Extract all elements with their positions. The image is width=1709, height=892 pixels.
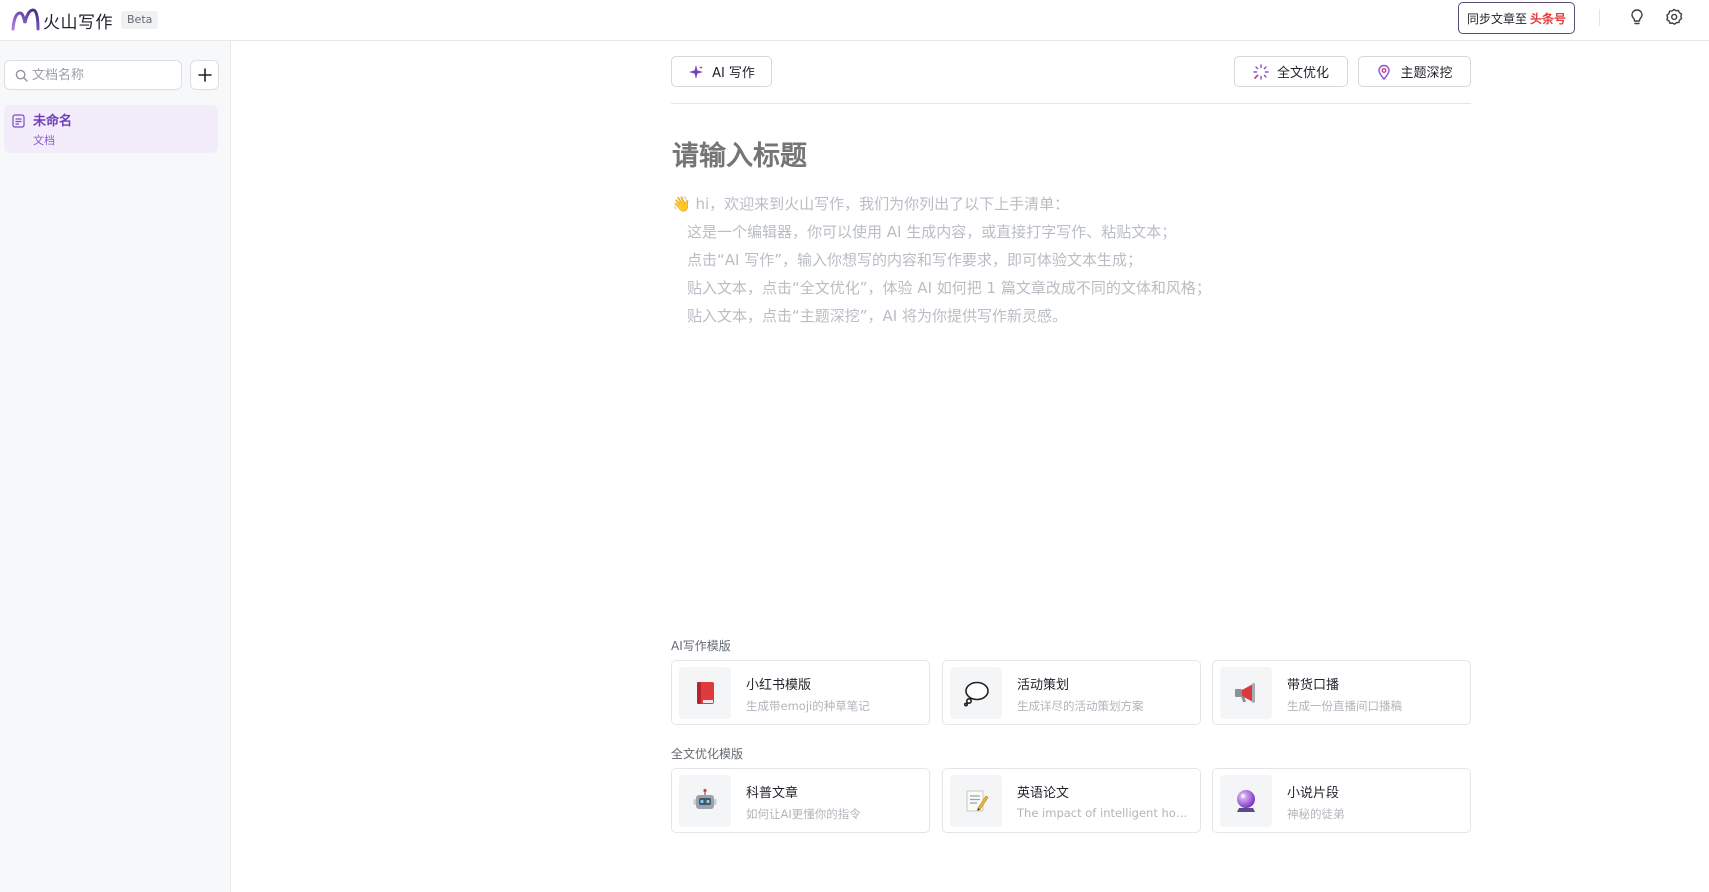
ai-templates-heading: AI写作模版: [671, 639, 731, 653]
title-input[interactable]: [672, 136, 1472, 176]
document-type: 文档: [33, 134, 55, 147]
app-logo[interactable]: 火山写作 Beta: [10, 7, 159, 33]
document-title: 未命名: [33, 114, 73, 129]
template-card-novel-excerpt[interactable]: 小说片段 神秘的徒弟: [1212, 768, 1471, 833]
volcano-logo-icon: [11, 8, 40, 31]
sync-label: 同步文章至: [1466, 11, 1527, 26]
plus-icon: [197, 68, 212, 82]
guide-line: 贴入文本，点击“全文优化”，体验 AI 如何把 1 篇文章改成不同的文体和风格；: [687, 279, 1211, 297]
settings-icon[interactable]: [1664, 7, 1684, 27]
document-icon: [12, 114, 25, 128]
template-desc: 神秘的徒弟: [1287, 807, 1345, 821]
guide-line: 贴入文本，点击“主题深挖”，AI 将为你提供写作新灵感。: [687, 307, 1067, 325]
ai-write-label: AI 写作: [712, 66, 755, 81]
template-card-xiaohongshu[interactable]: 小红书模版 生成带emoji的种草笔记: [671, 660, 930, 725]
template-desc: 生成详尽的活动策划方案: [1017, 699, 1144, 713]
megaphone-icon: [1220, 667, 1272, 719]
template-desc: The impact of intelligent household robo…: [1017, 806, 1193, 820]
topbar-divider: [1599, 9, 1600, 26]
guide-line: 👋 hi，欢迎来到火山写作，我们为你列出了以下上手清单：: [672, 195, 1070, 213]
template-desc: 如何让AI更懂你的指令: [746, 807, 861, 821]
document-list-item[interactable]: 未命名 文档: [4, 105, 218, 153]
template-desc: 生成带emoji的种草笔记: [746, 699, 870, 713]
template-card-popular-science[interactable]: 科普文章 如何让AI更懂你的指令: [671, 768, 930, 833]
robot-icon: [679, 775, 731, 827]
template-title: 活动策划: [1017, 678, 1070, 693]
sync-article-button[interactable]: 同步文章至 头条号: [1458, 2, 1575, 34]
app-name: 火山写作: [43, 12, 113, 33]
full-text-optimize-label: 全文优化: [1276, 66, 1329, 81]
full-text-optimize-button[interactable]: 全文优化: [1234, 56, 1348, 87]
template-card-livestream[interactable]: 带货口播 生成一份直播间口播稿: [1212, 660, 1471, 725]
optimize-templates-heading: 全文优化模版: [671, 747, 744, 761]
sparkle-icon: [689, 64, 704, 79]
add-document-button[interactable]: [190, 60, 219, 90]
sidebar: 未命名 文档: [0, 41, 231, 892]
search-icon: [15, 69, 28, 82]
document-search[interactable]: [4, 60, 182, 90]
template-title: 科普文章: [746, 786, 799, 801]
magic-burst-icon: [1253, 63, 1269, 80]
topic-deep-dive-label: 主题深挖: [1400, 66, 1453, 81]
guide-line: 这是一个编辑器，你可以使用 AI 生成内容，或直接打字写作、粘贴文本；: [687, 223, 1177, 241]
ai-write-button[interactable]: AI 写作: [671, 56, 772, 87]
location-pin-icon: [1378, 64, 1391, 80]
template-title: 小红书模版: [746, 678, 812, 693]
speech-bubble-icon: [950, 667, 1002, 719]
memo-icon: [950, 775, 1002, 827]
guide-line: 点击“AI 写作”，输入你想写的内容和写作要求，即可体验文本生成；: [687, 251, 1142, 269]
template-card-english-paper[interactable]: 英语论文 The impact of intelligent household…: [942, 768, 1201, 833]
template-title: 小说片段: [1287, 786, 1340, 801]
sync-platform-label: 头条号: [1530, 11, 1567, 26]
template-title: 英语论文: [1017, 786, 1070, 801]
template-title: 带货口播: [1287, 678, 1340, 693]
top-bar: 火山写作 Beta 同步文章至 头条号: [0, 0, 1709, 41]
red-book-icon: [679, 667, 731, 719]
lightbulb-icon[interactable]: [1627, 7, 1647, 27]
editor-body[interactable]: 👋 hi，欢迎来到火山写作，我们为你列出了以下上手清单： 这是一个编辑器，你可以…: [672, 190, 1472, 330]
toolbar-divider: [671, 103, 1471, 104]
beta-badge: Beta: [121, 11, 159, 29]
template-desc: 生成一份直播间口播稿: [1287, 699, 1402, 713]
search-input[interactable]: [32, 67, 172, 83]
crystal-ball-icon: [1220, 775, 1272, 827]
template-card-event-plan[interactable]: 活动策划 生成详尽的活动策划方案: [942, 660, 1201, 725]
topic-deep-dive-button[interactable]: 主题深挖: [1358, 56, 1471, 87]
